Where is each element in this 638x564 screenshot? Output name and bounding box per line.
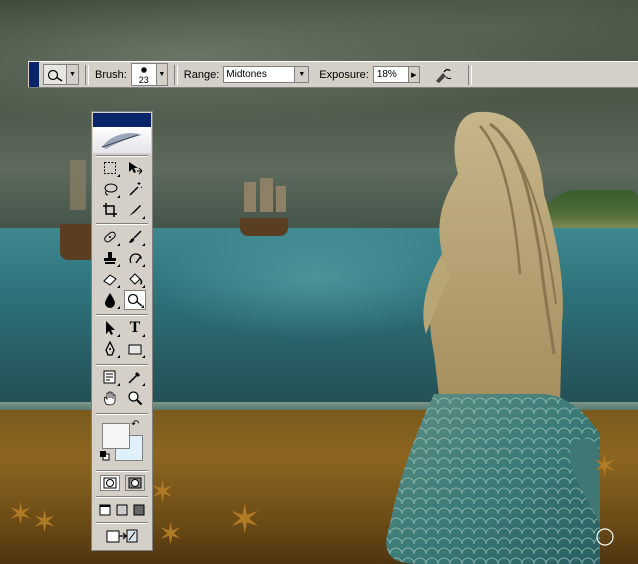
dodge-tool-icon (44, 65, 66, 84)
range-label: Range: (183, 68, 220, 81)
exposure-slider-button[interactable]: ▶ (408, 66, 420, 83)
exposure-label: Exposure: (319, 68, 369, 81)
magic-wand-tool-icon[interactable] (124, 179, 146, 199)
rectangle-tool-icon[interactable] (124, 339, 146, 359)
toolbox: T ↶ (91, 111, 153, 551)
tool-preset-picker[interactable]: ▼ (43, 64, 79, 85)
chevron-down-icon[interactable]: ▼ (294, 67, 309, 82)
move-tool-icon[interactable] (124, 158, 146, 178)
clone-stamp-tool-icon[interactable] (99, 248, 121, 268)
healing-brush-tool-icon[interactable] (99, 227, 121, 247)
options-bar: ▼ Brush: 23 ▼ Range: Midtones ▼ Exposure… (28, 61, 638, 88)
pen-tool-icon[interactable] (99, 339, 121, 359)
history-brush-tool-icon[interactable] (124, 248, 146, 268)
airbrush-icon[interactable] (432, 65, 454, 85)
full-screen-mode-icon[interactable] (131, 500, 147, 520)
starfish: ✶ (228, 498, 262, 542)
starfish: ✶ (8, 498, 34, 531)
options-bar-grip[interactable] (29, 62, 39, 87)
separator (96, 314, 148, 316)
paint-bucket-tool-icon[interactable] (124, 269, 146, 289)
zoom-tool-icon[interactable] (124, 388, 146, 408)
blur-tool-icon[interactable] (99, 290, 121, 310)
separator (96, 155, 148, 157)
chevron-down-icon[interactable]: ▼ (66, 65, 78, 84)
separator (96, 413, 148, 415)
separator (96, 496, 148, 498)
mermaid-statue (386, 111, 600, 564)
notes-tool-icon[interactable] (99, 367, 121, 387)
brush-preview[interactable]: 23 (130, 63, 157, 86)
lasso-tool-icon[interactable] (99, 179, 121, 199)
standard-mode-icon[interactable] (100, 475, 120, 491)
crop-tool-icon[interactable] (99, 200, 121, 220)
separator (96, 470, 148, 472)
slice-tool-icon[interactable] (124, 200, 146, 220)
feather-logo-icon[interactable] (93, 127, 151, 153)
separator (173, 64, 178, 85)
standard-screen-mode-icon[interactable] (97, 500, 113, 520)
range-select[interactable]: Midtones ▼ (223, 66, 310, 83)
separator (96, 522, 148, 524)
separator (85, 64, 89, 85)
starfish: ✶ (150, 476, 176, 509)
brush-picker-button[interactable]: ▼ (156, 63, 168, 86)
brush-cursor (596, 528, 614, 546)
range-value: Midtones (226, 69, 267, 80)
separator (467, 64, 472, 85)
brush-tip-icon (140, 67, 147, 73)
type-tool-icon[interactable]: T (124, 318, 146, 338)
eraser-tool-icon[interactable] (99, 269, 121, 289)
brush-size: 23 (138, 75, 149, 85)
starfish: ✶ (592, 450, 618, 483)
path-selection-tool-icon[interactable] (99, 318, 121, 338)
dodge-tool-icon[interactable] (124, 290, 146, 310)
toolbox-title-bar[interactable] (93, 113, 151, 127)
brush-label: Brush: (95, 68, 127, 81)
default-colors-icon[interactable] (100, 451, 110, 461)
separator (96, 223, 148, 225)
hand-tool-icon[interactable] (99, 388, 121, 408)
type-tool-glyph: T (129, 319, 141, 336)
full-screen-menu-mode-icon[interactable] (114, 500, 130, 520)
foreground-color-swatch[interactable] (102, 423, 130, 449)
swap-colors-icon[interactable]: ↶ (131, 419, 139, 430)
quick-mask-mode-icon[interactable] (125, 475, 145, 491)
starfish: ✶ (158, 518, 184, 551)
exposure-input[interactable]: 18% (372, 66, 409, 83)
eyedropper-tool-icon[interactable] (124, 367, 146, 387)
brush-tool-icon[interactable] (124, 227, 146, 247)
marquee-tool-icon[interactable] (99, 158, 121, 178)
starfish: ✶ (32, 506, 58, 539)
ship-center (236, 178, 292, 236)
separator (96, 364, 148, 366)
jump-to-imageready-icon[interactable] (102, 526, 142, 546)
